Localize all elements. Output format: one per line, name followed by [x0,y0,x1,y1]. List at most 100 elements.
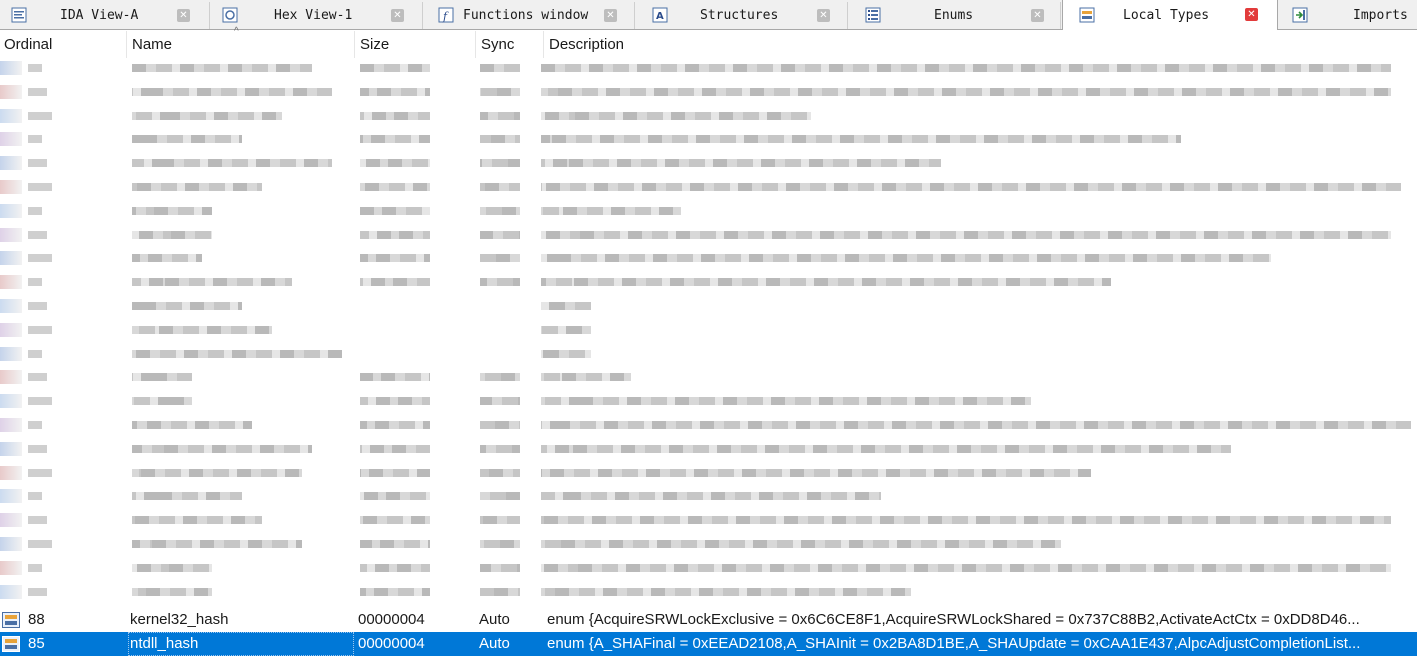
redacted-cell [132,492,242,501]
redacted-cell [360,135,430,144]
redacted-cell [28,206,42,215]
close-icon[interactable]: ✕ [391,9,404,22]
close-icon[interactable]: ✕ [1245,8,1258,21]
redacted-cell [28,302,47,310]
column-header-description[interactable]: Description [544,31,1417,58]
redacted-icon [0,156,22,171]
redacted-cell [132,111,282,120]
redacted-row [0,415,1417,435]
redacted-cell [132,349,342,358]
redacted-icon [0,370,22,385]
redacted-row [0,510,1417,530]
redacted-cell [28,87,47,96]
redacted-icon [0,322,22,337]
redacted-cell [480,444,520,453]
redacted-cell [480,183,520,191]
redacted-cell [28,540,52,548]
redacted-cell [360,159,430,168]
redacted-cell [541,349,591,358]
redacted-icon [0,560,22,575]
tab-hex-view-1[interactable]: Hex View-1 ✕ [211,2,423,29]
redacted-cell [360,87,430,96]
redacted-icon [0,418,22,432]
redacted-row [0,344,1417,364]
redacted-cell [28,373,47,382]
redacted-cell [360,444,430,453]
redacted-cell [541,159,941,168]
table-row-selected[interactable]: 85 ntdll_hash 00000004 Auto enum {A_SHAF… [0,632,1417,656]
redacted-row [0,58,1417,78]
redacted-cell [132,421,252,429]
redacted-row [0,367,1417,387]
redacted-cell [360,183,430,191]
tab-structures[interactable]: A Structures ✕ [636,2,848,29]
redacted-cell [28,397,52,406]
redacted-cell [360,587,430,596]
redacted-icon [0,537,22,551]
tab-ida-view-a[interactable]: IDA View-A ✕ [0,2,210,29]
tab-functions-window[interactable]: f Functions window ✕ [424,2,635,29]
redacted-cell [480,206,520,215]
tab-label: Structures [700,8,779,23]
redacted-cell [132,540,302,548]
sync-cell: Auto [479,611,510,628]
column-header-name[interactable]: Name [127,31,355,58]
redacted-cell [541,540,1061,548]
redacted-cell [480,397,520,406]
redacted-cell [28,64,42,72]
tab-enums[interactable]: Enums ✕ [849,2,1061,29]
description-cell: enum {AcquireSRWLockExclusive = 0x6C6CE8… [547,611,1360,628]
redacted-cell [541,135,1181,144]
description-cell: enum {A_SHAFinal = 0xEEAD2108,A_SHAInit … [547,635,1361,652]
redacted-icon [0,513,22,528]
redacted-cell [28,444,47,453]
redacted-row [0,534,1417,554]
tab-label: Hex View-1 [274,8,353,23]
redacted-cell [480,135,520,144]
redacted-cell [360,421,430,429]
local-type-enum-icon [2,612,20,628]
redacted-cell [28,349,42,358]
redacted-cell [28,135,42,144]
redacted-icon [0,132,22,147]
svg-text:A: A [656,11,664,22]
redacted-icon [0,203,22,218]
redacted-row [0,201,1417,221]
close-icon[interactable]: ✕ [817,9,830,22]
column-header-sync[interactable]: Sync [476,31,544,58]
redacted-row [0,248,1417,268]
table-row[interactable]: 88 kernel32_hash 00000004 Auto enum {Acq… [0,608,1417,632]
redacted-cell [360,230,430,239]
column-header-ordinal[interactable]: Ordinal [0,31,127,58]
redacted-cell [480,230,520,239]
tab-local-types[interactable]: Local Types ✕ [1062,0,1278,30]
redacted-cell [132,206,212,215]
column-header-size[interactable]: Size [355,31,476,58]
structures-icon: A [652,7,668,23]
imports-icon [1292,7,1308,23]
disassembly-view-icon [11,7,27,23]
column-header: Ordinal Name Size Sync Description [0,31,1417,58]
redacted-cell [132,87,332,96]
redacted-cell [360,397,430,406]
redacted-cell [132,159,332,168]
redacted-icon [0,227,22,242]
redacted-cell [541,468,1091,477]
local-types-icon [1079,7,1095,23]
redacted-row [0,272,1417,292]
tab-label: Enums [934,8,974,23]
close-icon[interactable]: ✕ [604,9,617,22]
close-icon[interactable]: ✕ [177,9,190,22]
redacted-cell [132,64,312,72]
close-icon[interactable]: ✕ [1031,9,1044,22]
redacted-cell [480,421,520,429]
redacted-cell [28,516,47,525]
sort-ascending-icon: ^ [234,26,239,37]
name-cell: kernel32_hash [130,611,229,628]
redacted-cell [28,468,52,477]
redacted-cell [541,492,881,501]
tab-imports[interactable]: Imports [1279,2,1417,29]
redacted-cell [132,563,212,572]
redacted-cell [28,111,52,120]
hex-view-icon [222,7,238,23]
